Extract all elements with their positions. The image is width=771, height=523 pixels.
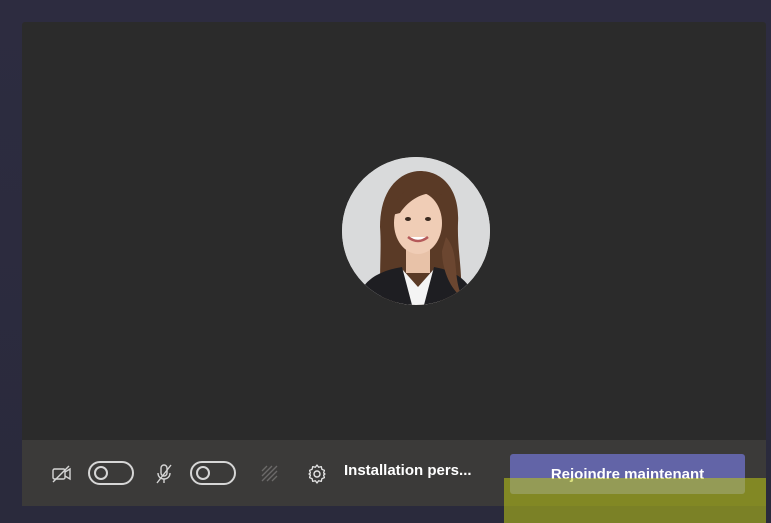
camera-off-icon[interactable] [50, 462, 74, 486]
video-preview [22, 22, 766, 440]
microphone-toggle-knob [196, 466, 210, 480]
microphone-toggle[interactable] [190, 461, 236, 485]
avatar-photo [342, 157, 490, 305]
gear-icon[interactable] [304, 461, 330, 487]
avatar [342, 157, 490, 305]
background-effects-icon[interactable] [258, 462, 282, 486]
app-frame: Installation pers... Rejoindre maintenan… [0, 0, 771, 523]
mic-off-icon[interactable] [152, 462, 176, 486]
camera-toggle-knob [94, 466, 108, 480]
join-now-button[interactable]: Rejoindre maintenant [510, 454, 745, 494]
camera-toggle[interactable] [88, 461, 134, 485]
device-settings-label[interactable]: Installation pers... [344, 462, 472, 479]
pre-join-toolbar: Installation pers... Rejoindre maintenan… [22, 440, 766, 506]
